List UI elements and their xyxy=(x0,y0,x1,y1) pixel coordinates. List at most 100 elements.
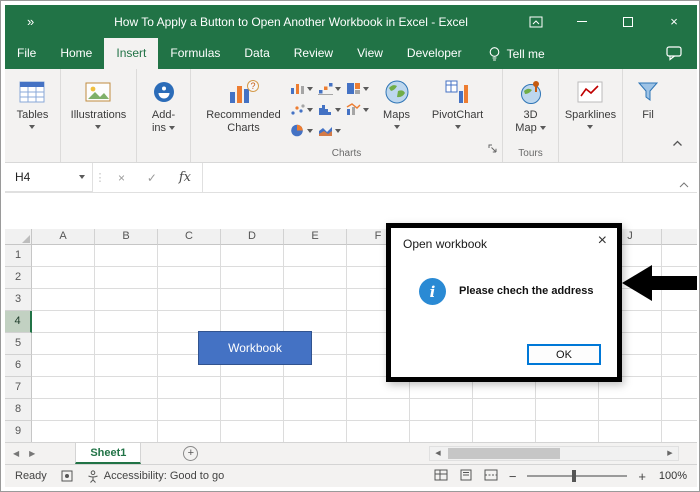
sheet-tab-sheet1[interactable]: Sheet1 xyxy=(75,443,141,464)
next-sheet-icon[interactable]: ▶ xyxy=(29,449,35,458)
page-break-view-icon[interactable] xyxy=(484,469,498,484)
row-header-1[interactable]: 1 xyxy=(5,245,32,267)
scroll-right-icon[interactable]: ▶ xyxy=(662,447,678,460)
cell-B4[interactable] xyxy=(95,311,158,333)
histogram-chart-button[interactable] xyxy=(316,99,344,120)
quick-access-toolbar-icon[interactable]: » xyxy=(27,14,35,29)
cell-A8[interactable] xyxy=(32,399,95,421)
cell-E2[interactable] xyxy=(284,267,347,289)
row-header-2[interactable]: 2 xyxy=(5,267,32,289)
scroll-left-icon[interactable]: ◀ xyxy=(430,447,446,460)
workbook-macro-button[interactable]: Workbook xyxy=(198,331,312,365)
charts-dialog-launcher-icon[interactable] xyxy=(488,141,498,159)
column-header-E[interactable]: E xyxy=(284,229,347,245)
zoom-out-button[interactable]: − xyxy=(509,469,517,484)
cell-A4[interactable] xyxy=(32,311,95,333)
cell-D4[interactable] xyxy=(221,311,284,333)
comments-icon[interactable] xyxy=(666,46,683,66)
new-sheet-button[interactable]: + xyxy=(183,446,198,461)
formula-input[interactable] xyxy=(203,163,697,192)
zoom-slider[interactable] xyxy=(527,475,627,477)
cell-G9[interactable] xyxy=(410,421,473,442)
cell-E3[interactable] xyxy=(284,289,347,311)
cell-E1[interactable] xyxy=(284,245,347,267)
cell-I9[interactable] xyxy=(536,421,599,442)
tab-insert[interactable]: Insert xyxy=(104,38,158,69)
cell-F9[interactable] xyxy=(347,421,410,442)
row-header-8[interactable]: 8 xyxy=(5,399,32,421)
tab-formulas[interactable]: Formulas xyxy=(158,38,232,69)
enter-icon[interactable]: ✓ xyxy=(147,171,157,185)
3d-map-button[interactable]: 3D Map xyxy=(515,75,545,135)
page-layout-view-icon[interactable] xyxy=(459,469,473,484)
cell-B6[interactable] xyxy=(95,355,158,377)
scrollbar-thumb[interactable] xyxy=(448,448,560,459)
pivotchart-button[interactable]: PivotChart xyxy=(422,75,494,141)
ribbon-display-options-icon[interactable] xyxy=(513,5,559,38)
scatter-chart-button[interactable] xyxy=(288,99,316,120)
cell-D9[interactable] xyxy=(221,421,284,442)
tab-data[interactable]: Data xyxy=(232,38,281,69)
cell-E7[interactable] xyxy=(284,377,347,399)
scrollbar-track[interactable] xyxy=(446,447,662,460)
zoom-in-button[interactable]: + xyxy=(638,469,646,484)
column-header-C[interactable]: C xyxy=(158,229,221,245)
cell-D8[interactable] xyxy=(221,399,284,421)
tab-home[interactable]: Home xyxy=(48,38,104,69)
waterfall-chart-button[interactable] xyxy=(316,78,344,99)
collapse-ribbon-icon[interactable] xyxy=(672,134,683,152)
row-header-4[interactable]: 4 xyxy=(5,311,32,333)
row-header-9[interactable]: 9 xyxy=(5,421,32,442)
tab-view[interactable]: View xyxy=(345,38,395,69)
cell-G8[interactable] xyxy=(410,399,473,421)
cell-C1[interactable] xyxy=(158,245,221,267)
cell-A5[interactable] xyxy=(32,333,95,355)
filters-button[interactable]: Fil xyxy=(637,75,659,122)
cell-B3[interactable] xyxy=(95,289,158,311)
zoom-level[interactable]: 100% xyxy=(657,470,687,482)
cell-A6[interactable] xyxy=(32,355,95,377)
maps-button[interactable]: Maps xyxy=(372,75,422,141)
cell-E4[interactable] xyxy=(284,311,347,333)
name-box[interactable]: H4 xyxy=(5,163,93,192)
normal-view-icon[interactable] xyxy=(434,469,448,484)
cell-A3[interactable] xyxy=(32,289,95,311)
cell-B1[interactable] xyxy=(95,245,158,267)
tables-button[interactable]: Tables xyxy=(17,75,49,129)
cell-C8[interactable] xyxy=(158,399,221,421)
cell-E8[interactable] xyxy=(284,399,347,421)
ok-button[interactable]: OK xyxy=(527,344,601,365)
combo-chart-button[interactable] xyxy=(344,99,372,120)
minimize-button[interactable] xyxy=(559,5,605,38)
illustrations-button[interactable]: Illustrations xyxy=(71,75,127,129)
cell-C2[interactable] xyxy=(158,267,221,289)
dialog-close-icon[interactable]: × xyxy=(598,232,607,250)
cell-C4[interactable] xyxy=(158,311,221,333)
cell-A1[interactable] xyxy=(32,245,95,267)
cell-D3[interactable] xyxy=(221,289,284,311)
tab-review[interactable]: Review xyxy=(282,38,345,69)
recommended-charts-button[interactable]: ? Recommended Charts xyxy=(200,75,288,141)
row-header-5[interactable]: 5 xyxy=(5,333,32,355)
cell-A9[interactable] xyxy=(32,421,95,442)
column-chart-button[interactable] xyxy=(288,78,316,99)
pie-chart-button[interactable] xyxy=(288,120,316,141)
row-header-7[interactable]: 7 xyxy=(5,377,32,399)
cell-F8[interactable] xyxy=(347,399,410,421)
cell-J8[interactable] xyxy=(599,399,662,421)
cell-H8[interactable] xyxy=(473,399,536,421)
cell-C9[interactable] xyxy=(158,421,221,442)
macro-record-icon[interactable] xyxy=(61,470,73,482)
insert-function-icon[interactable]: fx xyxy=(179,170,191,185)
expand-formula-bar-icon[interactable] xyxy=(679,175,689,193)
cell-D7[interactable] xyxy=(221,377,284,399)
cell-I8[interactable] xyxy=(536,399,599,421)
cell-B9[interactable] xyxy=(95,421,158,442)
prev-sheet-icon[interactable]: ◀ xyxy=(13,449,19,458)
sparklines-button[interactable]: Sparklines xyxy=(565,75,616,129)
cell-B2[interactable] xyxy=(95,267,158,289)
column-header-A[interactable]: A xyxy=(32,229,95,245)
row-header-6[interactable]: 6 xyxy=(5,355,32,377)
tell-me-box[interactable]: Tell me xyxy=(488,38,545,69)
cell-B8[interactable] xyxy=(95,399,158,421)
